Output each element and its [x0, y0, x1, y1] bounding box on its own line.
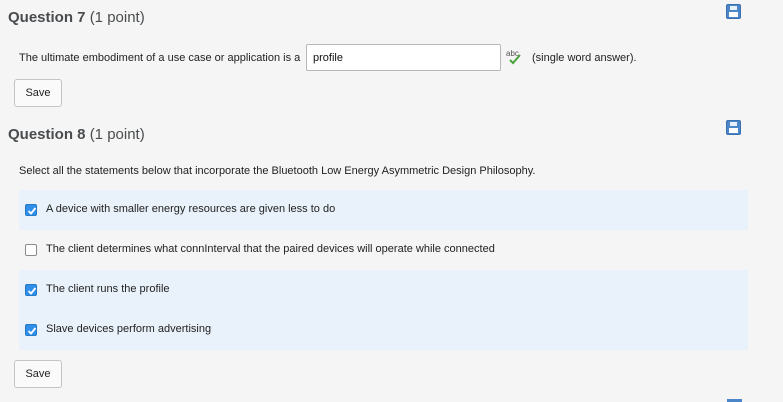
checkbox-checked[interactable]	[25, 284, 37, 296]
spellcheck-icon[interactable]: abc	[505, 49, 523, 65]
question-8-header: Question 8 (1 point)	[8, 126, 145, 143]
question-8-save-button[interactable]: Save	[14, 360, 62, 388]
option-row[interactable]: The client runs the profile	[19, 270, 748, 310]
spellcheck-glyph-text: abc	[506, 49, 519, 58]
option-label: Slave devices perform advertising	[46, 323, 212, 335]
question-7-header: Question 7 (1 point)	[8, 9, 145, 26]
option-label: The client determines what connInterval …	[46, 243, 495, 255]
checkbox-checked[interactable]	[25, 324, 37, 336]
question-7-title: Question 7	[8, 9, 86, 26]
question-8-prompt: Select all the statements below that inc…	[19, 165, 536, 177]
question-7-answer-input[interactable]	[306, 44, 501, 71]
option-label: A device with smaller energy resources a…	[46, 203, 336, 215]
checkbox-unchecked[interactable]	[25, 244, 37, 256]
floppy-disk-icon[interactable]	[726, 120, 741, 135]
option-row[interactable]: The client determines what connInterval …	[19, 230, 748, 270]
question-8-title: Question 8	[8, 126, 86, 143]
option-label: The client runs the profile	[46, 283, 170, 295]
checkbox-checked[interactable]	[25, 204, 37, 216]
question-7-points: (1 point)	[89, 9, 145, 26]
question-7-save-button[interactable]: Save	[14, 79, 62, 107]
floppy-disk-icon[interactable]	[726, 4, 741, 19]
option-row[interactable]: A device with smaller energy resources a…	[19, 190, 748, 230]
question-8-points: (1 point)	[89, 126, 145, 143]
question-7-prompt: The ultimate embodiment of a use case or…	[19, 52, 301, 64]
option-row[interactable]: Slave devices perform advertising	[19, 310, 748, 350]
question-7-hint: (single word answer).	[532, 52, 637, 64]
